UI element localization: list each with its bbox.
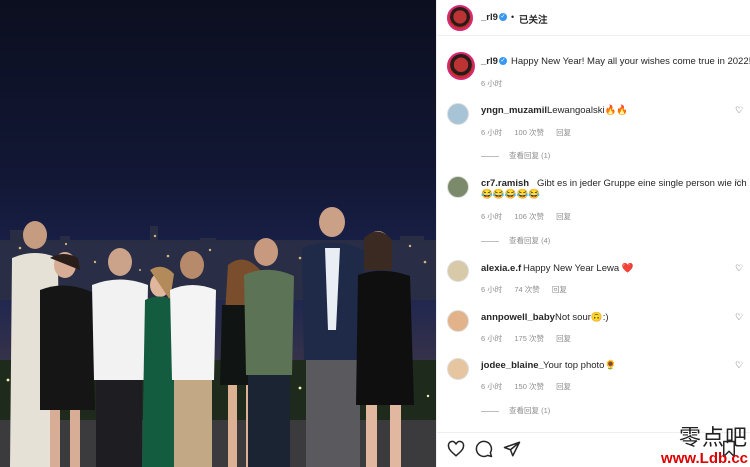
reply-button[interactable]: 回复 — [556, 212, 571, 221]
view-replies-label[interactable]: 查看回复 (1) — [509, 406, 550, 415]
watermark: 零点吧 www.Ldb.cc — [661, 427, 748, 467]
like-comment-icon[interactable]: ♡ — [735, 360, 743, 371]
comment-time: 6 小时 — [481, 212, 503, 221]
comment-text: Not sour🙃:) — [555, 312, 609, 323]
comment-username[interactable]: annpowell_baby — [481, 312, 555, 323]
comment-text: Your top photo🌻 — [543, 360, 617, 371]
comment-time: 6 小时 — [481, 285, 503, 294]
comment-username[interactable]: yngn_muzamil — [481, 105, 547, 116]
comment-avatar[interactable] — [447, 103, 469, 125]
like-comment-icon[interactable]: ♡ — [735, 178, 743, 189]
separator-dot: • — [511, 12, 515, 22]
watermark-url: www.Ldb.cc — [661, 450, 748, 467]
post-header: _rl9 ✓ • 已关注 — [437, 0, 750, 36]
watermark-chinese: 零点吧 — [678, 426, 748, 451]
comment-likes[interactable]: 175 次赞 — [514, 334, 544, 343]
share-icon[interactable] — [503, 440, 521, 458]
comment-text: Gibt es in jeder Gruppe eine single pers… — [537, 178, 747, 189]
reply-button[interactable]: 回复 — [556, 382, 571, 391]
comment-likes[interactable]: 100 次赞 — [514, 128, 544, 137]
follow-status-button[interactable]: 已关注 — [519, 12, 548, 26]
comment-time: 6 小时 — [481, 128, 503, 137]
comment-avatar[interactable] — [447, 310, 469, 332]
comment-meta: 6 小时 150 次赞 回复 — [481, 381, 581, 392]
comment-avatar[interactable] — [447, 176, 469, 198]
heart-icon[interactable] — [447, 440, 465, 458]
comment-likes[interactable]: 74 次赞 — [514, 285, 539, 294]
comment-text: Lewangoalski🔥🔥 — [547, 105, 629, 116]
replies-divider — [481, 240, 499, 242]
comment-emoji: 😂😂😂😂😂 — [481, 189, 541, 200]
like-comment-icon[interactable]: ♡ — [735, 105, 743, 116]
reply-button[interactable]: 回复 — [552, 285, 567, 294]
caption-author-avatar[interactable] — [447, 52, 475, 80]
view-replies-label[interactable]: 查看回复 (1) — [509, 151, 550, 160]
caption-text: Happy New Year! May all your wishes come… — [511, 56, 750, 67]
author-username[interactable]: _rl9 — [481, 12, 498, 23]
verified-icon: ✓ — [499, 13, 507, 21]
like-comment-icon[interactable]: ♡ — [735, 263, 743, 274]
comment-avatar[interactable] — [447, 260, 469, 282]
comment-likes[interactable]: 106 次赞 — [514, 212, 544, 221]
post-viewer: _rl9 ✓ • 已关注 _rl9 ✓ Happy New Year! May … — [0, 0, 750, 467]
comment-time: 6 小时 — [481, 334, 503, 343]
like-comment-icon[interactable]: ♡ — [735, 312, 743, 323]
comment-username[interactable]: jodee_blaine_ — [481, 360, 544, 371]
verified-icon: ✓ — [499, 57, 507, 65]
reply-button[interactable]: 回复 — [556, 128, 571, 137]
view-replies-button[interactable]: 查看回复 (4) — [481, 235, 550, 246]
view-replies-button[interactable]: 查看回复 (1) — [481, 150, 550, 161]
author-avatar[interactable] — [447, 5, 473, 31]
comment-avatar[interactable] — [447, 358, 469, 380]
night-group-photo — [0, 207, 436, 467]
replies-divider — [481, 410, 499, 412]
comment-time: 6 小时 — [481, 382, 503, 391]
comment-meta: 6 小时 74 次赞 回复 — [481, 284, 577, 295]
comment-username[interactable]: alexia.e.f — [481, 263, 521, 274]
comment-meta: 6 小时 175 次赞 回复 — [481, 333, 581, 344]
post-photo[interactable] — [0, 0, 436, 467]
post-side-panel: _rl9 ✓ • 已关注 _rl9 ✓ Happy New Year! May … — [436, 0, 750, 467]
comment-meta: 6 小时 100 次赞 回复 — [481, 127, 581, 138]
comment-icon[interactable] — [475, 440, 493, 458]
comment-username[interactable]: cr7.ramish — [481, 178, 529, 189]
caption-time: 6 小时 — [481, 79, 503, 88]
comment-likes[interactable]: 150 次赞 — [514, 382, 544, 391]
comment-text: Happy New Year Lewa ❤️ — [523, 263, 634, 274]
caption-author-username[interactable]: _rl9 — [481, 56, 498, 67]
comment-meta: 6 小时 106 次赞 回复 — [481, 211, 581, 222]
view-replies-button[interactable]: 查看回复 (1) — [481, 405, 550, 416]
view-replies-label[interactable]: 查看回复 (4) — [509, 236, 550, 245]
replies-divider — [481, 155, 499, 157]
reply-button[interactable]: 回复 — [556, 334, 571, 343]
